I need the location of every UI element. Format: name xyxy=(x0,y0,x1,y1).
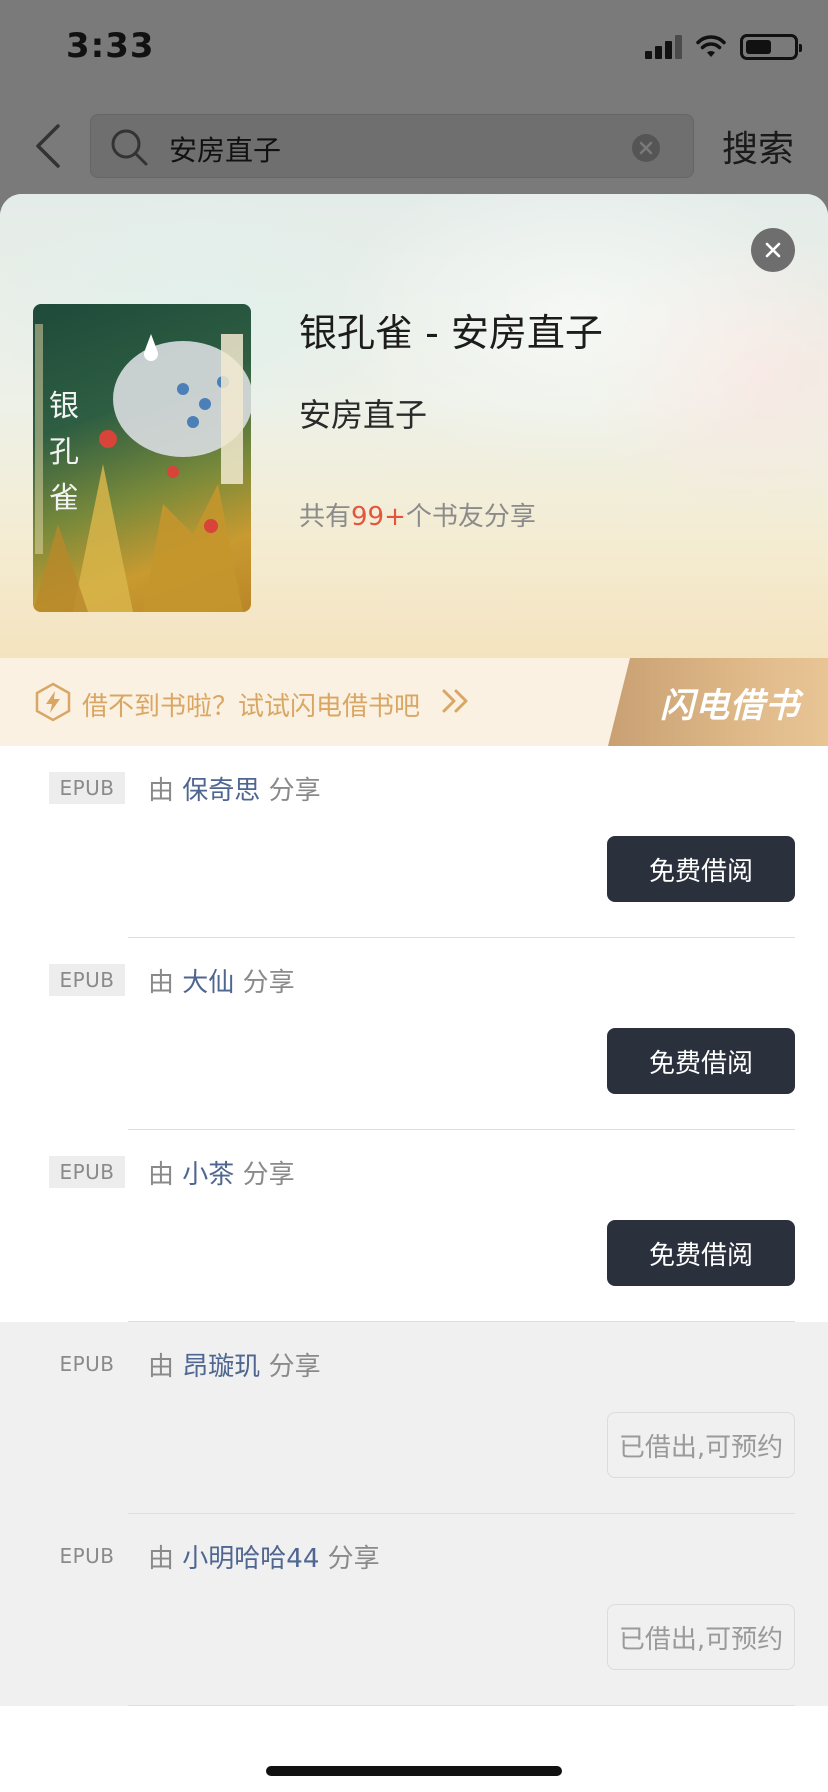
flash-borrow-banner[interactable]: 借不到书啦？试试闪电借书吧 闪电借书 xyxy=(0,658,828,746)
share-count-number: 99+ xyxy=(351,502,406,532)
share-count-suffix: 个书友分享 xyxy=(405,502,536,532)
share-count-text: 共有99+个书友分享 xyxy=(299,496,536,533)
flash-banner-text: 借不到书啦？试试闪电借书吧 xyxy=(82,692,421,722)
share-row: EPUB 由 大仙 分享 免费借阅 xyxy=(0,938,828,1130)
format-badge: EPUB xyxy=(59,1352,115,1376)
book-author[interactable]: 安房直子 xyxy=(299,390,427,436)
book-hero: 银孔雀 银孔雀 - 安房直子 安房直子 共有99+个书友分享 xyxy=(0,194,828,658)
free-borrow-button[interactable]: 免费借阅 xyxy=(607,1220,795,1286)
status-icons xyxy=(645,34,802,60)
format-badge: EPUB xyxy=(49,772,125,804)
search-header: 安房直子 搜索 xyxy=(0,100,828,192)
clear-icon[interactable] xyxy=(631,133,661,163)
share-suffix-label: 分享 xyxy=(268,1352,321,1382)
reserve-button[interactable]: 已借出,可预约 xyxy=(607,1604,795,1670)
reserve-button[interactable]: 已借出,可预约 xyxy=(607,1412,795,1478)
back-icon[interactable] xyxy=(28,118,72,174)
share-info: 由 小茶 分享 xyxy=(148,1154,295,1191)
format-badge: EPUB xyxy=(49,1156,125,1188)
share-row: EPUB 由 保奇思 分享 免费借阅 xyxy=(0,746,828,938)
battery-icon xyxy=(740,34,802,60)
sharer-name[interactable]: 大仙 xyxy=(182,968,234,998)
search-query: 安房直子 xyxy=(169,134,282,167)
share-by-label: 由 xyxy=(148,1544,175,1574)
share-info: 由 昂璇玑 分享 xyxy=(148,1346,321,1383)
close-button[interactable] xyxy=(751,228,795,272)
search-button[interactable]: 搜索 xyxy=(722,120,794,172)
search-input[interactable]: 安房直子 xyxy=(90,114,694,178)
share-by-label: 由 xyxy=(148,1160,175,1190)
share-by-label: 由 xyxy=(148,968,175,998)
book-detail-sheet: 银孔雀 银孔雀 - 安房直子 安房直子 共有99+个书友分享 借不到书啦？试试闪… xyxy=(0,194,828,1792)
share-info: 由 保奇思 分享 xyxy=(148,770,321,807)
share-info: 由 小明哈哈44 分享 xyxy=(148,1538,380,1575)
sharer-name[interactable]: 昂璇玑 xyxy=(182,1352,260,1382)
share-row-unavailable: EPUB 由 小明哈哈44 分享 已借出,可预约 xyxy=(0,1514,828,1706)
wifi-icon xyxy=(696,35,726,57)
status-time: 3:33 xyxy=(66,26,155,66)
format-badge: EPUB xyxy=(59,1544,115,1568)
lightning-icon xyxy=(35,682,71,722)
share-by-label: 由 xyxy=(148,1352,175,1382)
free-borrow-button[interactable]: 免费借阅 xyxy=(607,836,795,902)
double-chevron-icon xyxy=(442,689,468,713)
share-list: EPUB 由 保奇思 分享 免费借阅 EPUB 由 大仙 分享 免费借阅 EPU… xyxy=(0,746,828,1706)
book-cover[interactable]: 银孔雀 xyxy=(33,304,251,612)
share-suffix-label: 分享 xyxy=(268,776,321,806)
cellular-signal-icon xyxy=(645,35,682,59)
share-by-label: 由 xyxy=(148,776,175,806)
share-suffix-label: 分享 xyxy=(242,968,295,998)
share-row: EPUB 由 小茶 分享 免费借阅 xyxy=(0,1130,828,1322)
divider xyxy=(128,1705,795,1706)
share-suffix-label: 分享 xyxy=(327,1544,380,1574)
sharer-name[interactable]: 小茶 xyxy=(182,1160,234,1190)
share-count-prefix: 共有 xyxy=(299,502,352,532)
book-cover-title: 银孔雀 xyxy=(49,389,79,516)
flash-borrow-logo: 闪电借书 xyxy=(608,658,828,746)
sharer-name[interactable]: 保奇思 xyxy=(182,776,260,806)
book-title: 银孔雀 - 安房直子 xyxy=(299,311,603,355)
search-icon xyxy=(111,129,148,166)
format-badge: EPUB xyxy=(49,964,125,996)
flash-brand-text: 闪电借书 xyxy=(660,685,800,726)
sharer-name[interactable]: 小明哈哈44 xyxy=(182,1544,319,1574)
status-bar: 3:33 xyxy=(0,0,828,100)
share-row-unavailable: EPUB 由 昂璇玑 分享 已借出,可预约 xyxy=(0,1322,828,1514)
close-icon xyxy=(765,242,781,258)
home-indicator xyxy=(266,1766,562,1776)
share-info: 由 大仙 分享 xyxy=(148,962,295,999)
share-suffix-label: 分享 xyxy=(242,1160,295,1190)
free-borrow-button[interactable]: 免费借阅 xyxy=(607,1028,795,1094)
